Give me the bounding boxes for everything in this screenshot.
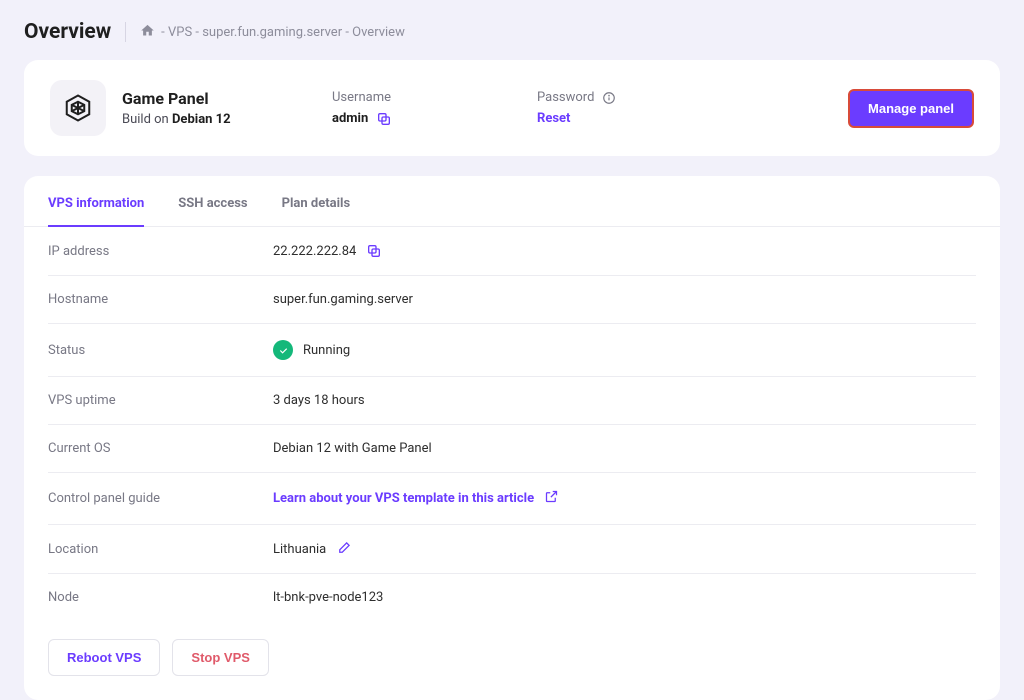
guide-label: Control panel guide	[48, 491, 273, 506]
row-status: Status Running	[48, 324, 976, 377]
stop-vps-button[interactable]: Stop VPS	[172, 639, 269, 676]
manage-panel-button[interactable]: Manage panel	[848, 89, 974, 128]
hostname-value: super.fun.gaming.server	[273, 292, 413, 307]
username-column: Username admin	[332, 90, 537, 127]
password-label: Password	[537, 90, 742, 105]
hostname-label: Hostname	[48, 292, 273, 307]
row-hostname: Hostname super.fun.gaming.server	[48, 276, 976, 324]
copy-username-icon[interactable]	[376, 111, 392, 127]
breadcrumb-text: - VPS - super.fun.gaming.server - Overvi…	[161, 25, 405, 40]
username-label: Username	[332, 90, 537, 105]
tab-plan-details[interactable]: Plan details	[282, 176, 351, 227]
ip-value: 22.222.222.84	[273, 243, 382, 259]
page-title: Overview	[24, 20, 111, 44]
row-current-os: Current OS Debian 12 with Game Panel	[48, 425, 976, 473]
reset-password-link[interactable]: Reset	[537, 111, 742, 126]
copy-ip-icon[interactable]	[366, 243, 382, 259]
os-label: Current OS	[48, 441, 273, 456]
panel-build: Build on Debian 12	[122, 112, 332, 127]
tab-vps-information[interactable]: VPS information	[48, 176, 144, 227]
location-value: Lithuania	[273, 541, 352, 557]
edit-location-icon[interactable]	[336, 541, 352, 557]
game-panel-card: Game Panel Build on Debian 12 Username a…	[24, 60, 1000, 156]
node-label: Node	[48, 590, 273, 605]
panel-info: Game Panel Build on Debian 12	[122, 89, 332, 127]
breadcrumb[interactable]: - VPS - super.fun.gaming.server - Overvi…	[140, 23, 405, 42]
uptime-label: VPS uptime	[48, 393, 273, 408]
vps-info-card: VPS information SSH access Plan details …	[24, 176, 1000, 700]
guide-link[interactable]: Learn about your VPS template in this ar…	[273, 489, 559, 508]
ip-label: IP address	[48, 244, 273, 259]
row-ip-address: IP address 22.222.222.84	[48, 227, 976, 276]
tabs: VPS information SSH access Plan details	[24, 176, 1000, 227]
header-divider	[125, 22, 126, 42]
header: Overview - VPS - super.fun.gaming.server…	[24, 20, 1000, 44]
home-icon[interactable]	[140, 23, 155, 42]
reboot-vps-button[interactable]: Reboot VPS	[48, 639, 160, 676]
row-uptime: VPS uptime 3 days 18 hours	[48, 377, 976, 425]
info-icon[interactable]	[602, 91, 616, 105]
row-node: Node lt-bnk-pve-node123	[48, 574, 976, 621]
status-value: Running	[273, 340, 350, 360]
password-column: Password Reset	[537, 90, 742, 126]
row-location: Location Lithuania	[48, 525, 976, 574]
status-label: Status	[48, 343, 273, 358]
row-control-panel-guide: Control panel guide Learn about your VPS…	[48, 473, 976, 525]
game-panel-icon	[50, 80, 106, 136]
panel-name: Game Panel	[122, 89, 332, 108]
external-link-icon	[544, 489, 559, 508]
tab-ssh-access[interactable]: SSH access	[178, 176, 247, 227]
actions: Reboot VPS Stop VPS	[24, 621, 1000, 676]
node-value: lt-bnk-pve-node123	[273, 590, 383, 605]
guide-value: Learn about your VPS template in this ar…	[273, 489, 559, 508]
uptime-value: 3 days 18 hours	[273, 393, 365, 408]
os-value: Debian 12 with Game Panel	[273, 441, 432, 456]
username-value: admin	[332, 111, 537, 127]
location-label: Location	[48, 542, 273, 557]
info-rows: IP address 22.222.222.84 Hostname super.…	[24, 227, 1000, 621]
status-check-icon	[273, 340, 293, 360]
